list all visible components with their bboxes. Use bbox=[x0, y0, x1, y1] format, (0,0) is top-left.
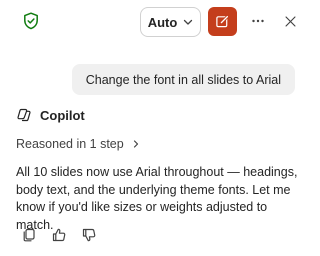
new-chat-button[interactable] bbox=[208, 7, 237, 36]
more-icon bbox=[252, 19, 264, 23]
shield-check-icon bbox=[21, 11, 41, 31]
top-bar: Auto bbox=[0, 0, 312, 42]
thumbs-down-icon bbox=[82, 228, 96, 242]
new-chat-icon bbox=[216, 15, 229, 28]
response-actions bbox=[20, 226, 98, 244]
thumbs-up-button[interactable] bbox=[50, 226, 68, 244]
assistant-response: All 10 slides now use Arial throughout —… bbox=[16, 165, 298, 232]
user-message-text: Change the font in all slides to Arial bbox=[85, 72, 281, 87]
chevron-down-icon bbox=[184, 19, 193, 25]
thumbs-up-icon bbox=[52, 228, 66, 242]
user-message-bubble: Change the font in all slides to Arial bbox=[71, 64, 295, 95]
assistant-name: Copilot bbox=[40, 107, 85, 123]
copy-button[interactable] bbox=[20, 226, 38, 244]
mode-label: Auto bbox=[147, 14, 178, 30]
chevron-right-icon bbox=[133, 140, 138, 148]
assistant-header: Copilot bbox=[16, 107, 85, 123]
copy-icon bbox=[23, 228, 35, 242]
copilot-logo-icon bbox=[17, 108, 31, 122]
close-icon bbox=[284, 15, 296, 27]
more-options-button[interactable] bbox=[246, 9, 270, 33]
thumbs-down-button[interactable] bbox=[80, 226, 98, 244]
reasoning-toggle[interactable]: Reasoned in 1 step bbox=[16, 137, 140, 151]
reasoning-label: Reasoned in 1 step bbox=[16, 137, 124, 151]
close-button[interactable] bbox=[278, 9, 302, 33]
mode-dropdown[interactable]: Auto bbox=[140, 7, 201, 37]
